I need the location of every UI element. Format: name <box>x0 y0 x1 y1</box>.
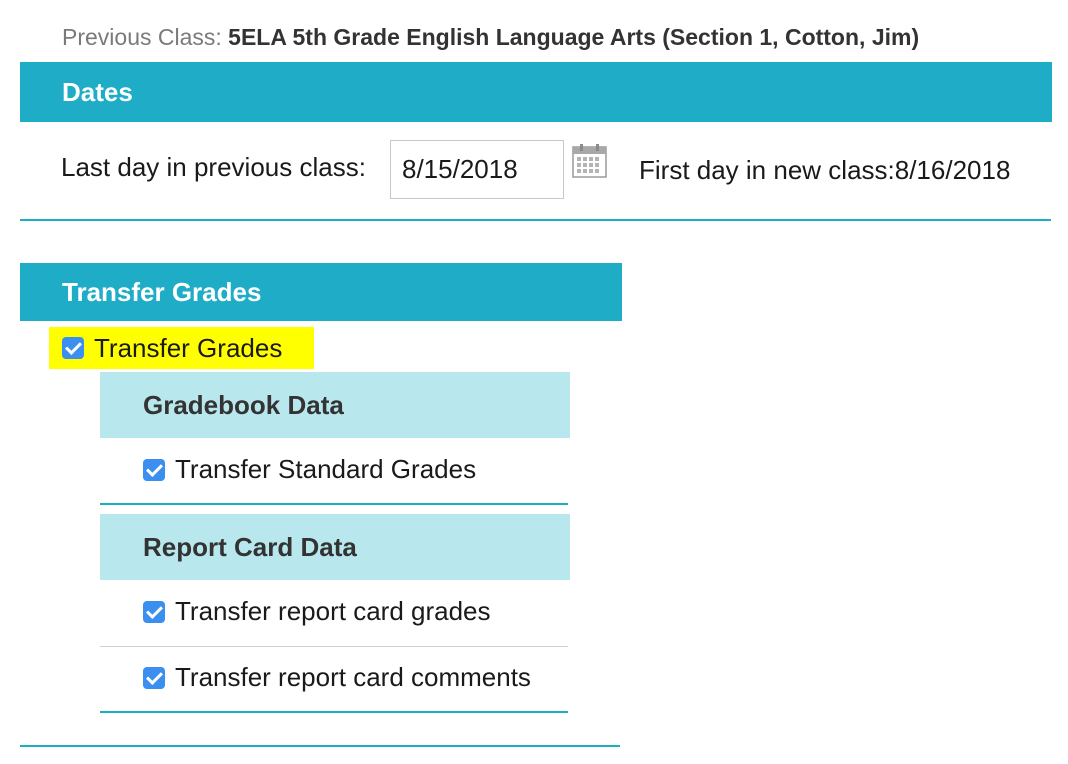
gradebook-divider <box>100 503 568 505</box>
dates-header-title: Dates <box>62 76 133 107</box>
transfer-report-card-comments-option[interactable]: Transfer report card comments <box>143 662 531 693</box>
dates-section-header: Dates <box>20 62 1052 122</box>
transfer-report-card-comments-label[interactable]: Transfer report card comments <box>175 662 531 693</box>
transfer-report-card-grades-checkbox[interactable] <box>143 600 165 623</box>
transfer-standard-grades-checkbox[interactable] <box>143 458 165 481</box>
previous-class-value: 5ELA 5th Grade English Language Arts (Se… <box>228 24 920 50</box>
previous-class-line: Previous Class: 5ELA 5th Grade English L… <box>62 24 919 51</box>
dates-divider <box>20 219 1051 221</box>
report-card-row-divider <box>100 646 568 647</box>
transfer-grades-section-header: Transfer Grades <box>20 263 622 321</box>
transfer-standard-grades-option[interactable]: Transfer Standard Grades <box>143 454 476 485</box>
transfer-grades-checkbox-label[interactable]: Transfer Grades <box>94 333 282 364</box>
report-card-data-title: Report Card Data <box>143 531 357 562</box>
transfer-report-card-comments-checkbox[interactable] <box>143 666 165 689</box>
report-card-divider <box>100 711 568 713</box>
first-day-new-class: First day in new class:8/16/2018 <box>639 155 1011 185</box>
last-day-date-input[interactable] <box>390 140 564 199</box>
last-day-label: Last day in previous class: <box>61 152 366 182</box>
transfer-standard-grades-label[interactable]: Transfer Standard Grades <box>175 454 476 485</box>
transfer-grades-option[interactable]: Transfer Grades <box>49 327 314 369</box>
transfer-grades-header-title: Transfer Grades <box>62 276 262 307</box>
calendar-icon[interactable] <box>572 143 607 178</box>
transfer-report-card-grades-option[interactable]: Transfer report card grades <box>143 596 491 627</box>
transfer-grades-checkbox[interactable] <box>62 337 84 359</box>
gradebook-data-title: Gradebook Data <box>143 389 344 420</box>
report-card-data-header: Report Card Data <box>100 514 570 580</box>
transfer-grades-divider <box>20 745 620 747</box>
transfer-report-card-grades-label[interactable]: Transfer report card grades <box>175 596 491 627</box>
gradebook-data-header: Gradebook Data <box>100 372 570 438</box>
previous-class-label: Previous Class: <box>62 24 222 50</box>
